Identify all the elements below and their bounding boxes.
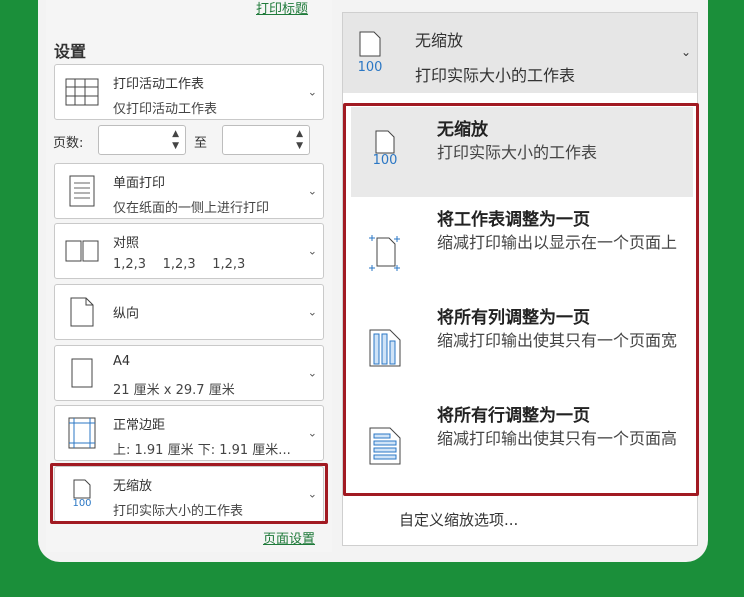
print-titles-link[interactable]: 打印标题 [256, 0, 308, 17]
margins-label: 正常边距 [113, 418, 166, 433]
spin-down-icon[interactable]: ▼ [296, 142, 303, 151]
collate-label: 对照 [113, 236, 140, 251]
sides-label: 单面打印 [113, 176, 166, 191]
settings-heading: 设置 [54, 42, 87, 61]
header-title: 无缩放 [415, 31, 464, 50]
paper-desc: 21 厘米 x 29.7 厘米 [113, 383, 235, 398]
orientation-dropdown[interactable]: 纵向 ⌄ [54, 284, 324, 340]
header-desc: 打印实际大小的工作表 [415, 66, 576, 85]
page-setup-link[interactable]: 页面设置 [263, 528, 315, 547]
chevron-down-icon: ⌄ [680, 45, 691, 59]
paper-icon [65, 356, 99, 390]
spin-up-icon[interactable]: ▲ [296, 130, 303, 139]
settings-column: 打印标题 设置 打印活动工作表 仅打印活动工作表 ⌄ 页数: ▲ ▼ 至 ▲ ▼… [46, 0, 332, 552]
custom-scaling-option[interactable]: 自定义缩放选项... [399, 509, 518, 530]
margins-desc: 上: 1.91 厘米 下: 1.91 厘米... [113, 443, 291, 458]
print-what-label: 打印活动工作表 [113, 77, 205, 92]
scale-100-text: 100 [357, 60, 383, 75]
print-what-dropdown[interactable]: 打印活动工作表 仅打印活动工作表 ⌄ [54, 64, 324, 120]
paper-size-dropdown[interactable]: A4 21 厘米 x 29.7 厘米 ⌄ [54, 345, 324, 401]
sides-desc: 仅在纸面的一侧上进行打印 [113, 201, 270, 216]
sheet-grid-icon [65, 75, 99, 109]
scaling-menu: 100 无缩放 打印实际大小的工作表 ⌄ 100 无缩放 打印实际大小的工作表 … [342, 12, 699, 546]
collate-desc: 1,2,3 1,2,3 1,2,3 [113, 257, 246, 272]
orientation-label: 纵向 [113, 306, 140, 322]
chevron-down-icon: ⌄ [307, 366, 317, 380]
collated-icon [65, 234, 99, 268]
portrait-icon [65, 295, 99, 329]
spin-up-icon[interactable]: ▲ [172, 130, 179, 139]
one-sided-icon [65, 174, 99, 208]
print-what-desc: 仅打印活动工作表 [113, 102, 218, 117]
paper-label: A4 [113, 354, 131, 369]
margins-icon [65, 416, 99, 450]
pages-to-label: 至 [194, 136, 208, 151]
margins-dropdown[interactable]: 正常边距 上: 1.91 厘米 下: 1.91 厘米... ⌄ [54, 405, 324, 461]
spin-down-icon[interactable]: ▼ [172, 142, 179, 151]
menu-highlight [343, 103, 699, 496]
pages-to-input[interactable]: ▲ ▼ [222, 125, 310, 155]
pages-label: 页数: [53, 136, 84, 151]
no-scaling-icon: 100 [355, 31, 385, 74]
sides-dropdown[interactable]: 单面打印 仅在纸面的一侧上进行打印 ⌄ [54, 163, 324, 219]
chevron-down-icon: ⌄ [307, 305, 317, 319]
chevron-down-icon: ⌄ [307, 184, 317, 198]
chevron-down-icon: ⌄ [307, 244, 317, 258]
collate-dropdown[interactable]: 对照 1,2,3 1,2,3 1,2,3 ⌄ [54, 223, 324, 279]
scaling-menu-header[interactable]: 100 无缩放 打印实际大小的工作表 ⌄ [343, 13, 697, 93]
chevron-down-icon: ⌄ [307, 426, 317, 440]
scaling-highlight [50, 463, 328, 524]
pages-from-input[interactable]: ▲ ▼ [98, 125, 186, 155]
chevron-down-icon: ⌄ [307, 85, 317, 99]
pages-range: 页数: ▲ ▼ 至 ▲ ▼ [53, 125, 329, 157]
